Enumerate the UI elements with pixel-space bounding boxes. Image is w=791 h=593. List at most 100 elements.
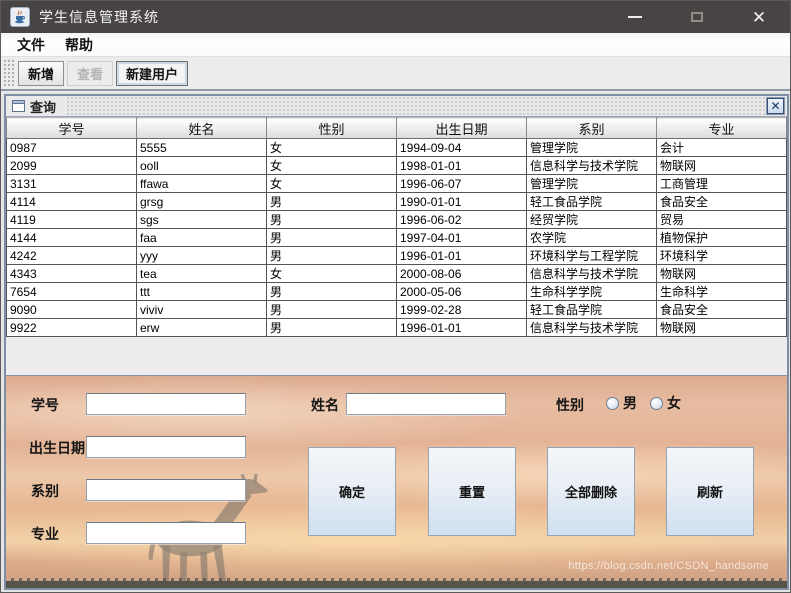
table-row[interactable]: 4343 tea 女 2000-08-06 信息科学与技术学院 物联网 xyxy=(6,264,787,283)
menu-help[interactable]: 帮助 xyxy=(57,33,101,57)
cell-birthdate[interactable]: 1990-01-01 xyxy=(396,192,527,211)
cell-major[interactable]: 环境科学 xyxy=(656,246,787,265)
cell-department[interactable]: 信息科学与技术学院 xyxy=(526,156,657,175)
toolbar-view-button[interactable]: 查看 xyxy=(67,60,114,86)
cell-id[interactable]: 4114 xyxy=(6,192,137,211)
table-row[interactable]: 9090 viviv 男 1999-02-28 轻工食品学院 食品安全 xyxy=(6,300,787,319)
table-row[interactable]: 7654 ttt 男 2000-05-06 生命科学学院 生命科学 xyxy=(6,282,787,301)
table-row[interactable]: 0987 5555 女 1994-09-04 管理学院 会计 xyxy=(6,138,787,157)
gender-female-radio[interactable]: 女 xyxy=(650,393,681,413)
table-row[interactable]: 4119 sgs 男 1996-06-02 经贸学院 贸易 xyxy=(6,210,787,229)
cell-name[interactable]: ttt xyxy=(136,282,267,301)
internal-frame-title-bar[interactable]: 查询 ✕ xyxy=(6,96,787,117)
minimize-button[interactable] xyxy=(604,1,666,33)
cell-name[interactable]: ooll xyxy=(136,156,267,175)
cell-birthdate[interactable]: 1997-04-01 xyxy=(396,228,527,247)
cell-id[interactable]: 9922 xyxy=(6,318,137,337)
cell-department[interactable]: 轻工食品学院 xyxy=(526,300,657,319)
cell-gender[interactable]: 男 xyxy=(266,318,397,337)
cell-major[interactable]: 植物保护 xyxy=(656,228,787,247)
cell-gender[interactable]: 男 xyxy=(266,228,397,247)
column-header-major[interactable]: 专业 xyxy=(656,117,787,139)
cell-name[interactable]: yyy xyxy=(136,246,267,265)
reset-button[interactable]: 重置 xyxy=(428,447,516,536)
department-input[interactable] xyxy=(86,479,246,501)
cell-birthdate[interactable]: 1994-09-04 xyxy=(396,138,527,157)
cell-name[interactable]: erw xyxy=(136,318,267,337)
cell-name[interactable]: 5555 xyxy=(136,138,267,157)
cell-birthdate[interactable]: 1998-01-01 xyxy=(396,156,527,175)
cell-department[interactable]: 管理学院 xyxy=(526,138,657,157)
table-row[interactable]: 2099 ooll 女 1998-01-01 信息科学与技术学院 物联网 xyxy=(6,156,787,175)
column-header-id[interactable]: 学号 xyxy=(6,117,137,139)
cell-id[interactable]: 3131 xyxy=(6,174,137,193)
student-id-input[interactable] xyxy=(86,393,246,415)
table-row[interactable]: 9922 erw 男 1996-01-01 信息科学与技术学院 物联网 xyxy=(6,318,787,337)
cell-id[interactable]: 4242 xyxy=(6,246,137,265)
cell-department[interactable]: 信息科学与技术学院 xyxy=(526,318,657,337)
cell-department[interactable]: 轻工食品学院 xyxy=(526,192,657,211)
cell-id[interactable]: 0987 xyxy=(6,138,137,157)
table-row[interactable]: 4114 grsg 男 1990-01-01 轻工食品学院 食品安全 xyxy=(6,192,787,211)
table-row[interactable]: 4144 faa 男 1997-04-01 农学院 植物保护 xyxy=(6,228,787,247)
cell-major[interactable]: 食品安全 xyxy=(656,192,787,211)
cell-gender[interactable]: 女 xyxy=(266,138,397,157)
cell-gender[interactable]: 女 xyxy=(266,174,397,193)
cell-major[interactable]: 工商管理 xyxy=(656,174,787,193)
cell-id[interactable]: 4144 xyxy=(6,228,137,247)
cell-gender[interactable]: 男 xyxy=(266,300,397,319)
cell-id[interactable]: 9090 xyxy=(6,300,137,319)
cell-birthdate[interactable]: 2000-08-06 xyxy=(396,264,527,283)
cell-birthdate[interactable]: 1996-01-01 xyxy=(396,318,527,337)
cell-name[interactable]: viviv xyxy=(136,300,267,319)
cell-department[interactable]: 管理学院 xyxy=(526,174,657,193)
column-header-name[interactable]: 姓名 xyxy=(136,117,267,139)
birthdate-input[interactable] xyxy=(86,436,246,458)
toolbar-new-user-button[interactable]: 新建用户 xyxy=(116,60,189,86)
cell-department[interactable]: 生命科学学院 xyxy=(526,282,657,301)
cell-major[interactable]: 物联网 xyxy=(656,264,787,283)
cell-major[interactable]: 食品安全 xyxy=(656,300,787,319)
cell-id[interactable]: 7654 xyxy=(6,282,137,301)
cell-name[interactable]: faa xyxy=(136,228,267,247)
table-row[interactable]: 3131 ffawa 女 1996-06-07 管理学院 工商管理 xyxy=(6,174,787,193)
cell-name[interactable]: grsg xyxy=(136,192,267,211)
cell-gender[interactable]: 女 xyxy=(266,156,397,175)
cell-gender[interactable]: 女 xyxy=(266,264,397,283)
internal-frame-close-button[interactable]: ✕ xyxy=(767,98,784,114)
column-header-gender[interactable]: 性别 xyxy=(266,117,397,139)
cell-name[interactable]: sgs xyxy=(136,210,267,229)
cell-gender[interactable]: 男 xyxy=(266,210,397,229)
menu-file[interactable]: 文件 xyxy=(9,33,53,57)
cell-id[interactable]: 2099 xyxy=(6,156,137,175)
cell-department[interactable]: 农学院 xyxy=(526,228,657,247)
name-input[interactable] xyxy=(346,393,506,415)
refresh-button[interactable]: 刷新 xyxy=(666,447,754,536)
cell-gender[interactable]: 男 xyxy=(266,246,397,265)
cell-department[interactable]: 经贸学院 xyxy=(526,210,657,229)
toolbar-add-button[interactable]: 新增 xyxy=(18,60,65,86)
close-button[interactable]: ✕ xyxy=(728,1,790,33)
column-header-department[interactable]: 系别 xyxy=(526,117,657,139)
delete-all-button[interactable]: 全部删除 xyxy=(547,447,635,536)
cell-id[interactable]: 4343 xyxy=(6,264,137,283)
cell-birthdate[interactable]: 1996-06-02 xyxy=(396,210,527,229)
cell-birthdate[interactable]: 2000-05-06 xyxy=(396,282,527,301)
cell-gender[interactable]: 男 xyxy=(266,282,397,301)
cell-birthdate[interactable]: 1999-02-28 xyxy=(396,300,527,319)
cell-major[interactable]: 物联网 xyxy=(656,156,787,175)
cell-department[interactable]: 环境科学与工程学院 xyxy=(526,246,657,265)
cell-id[interactable]: 4119 xyxy=(6,210,137,229)
cell-birthdate[interactable]: 1996-06-07 xyxy=(396,174,527,193)
cell-name[interactable]: tea xyxy=(136,264,267,283)
cell-birthdate[interactable]: 1996-01-01 xyxy=(396,246,527,265)
major-input[interactable] xyxy=(86,522,246,544)
cell-major[interactable]: 贸易 xyxy=(656,210,787,229)
confirm-button[interactable]: 确定 xyxy=(308,447,396,536)
cell-major[interactable]: 会计 xyxy=(656,138,787,157)
cell-gender[interactable]: 男 xyxy=(266,192,397,211)
cell-major[interactable]: 物联网 xyxy=(656,318,787,337)
gender-male-radio[interactable]: 男 xyxy=(606,393,637,413)
column-header-birthdate[interactable]: 出生日期 xyxy=(396,117,527,139)
maximize-button[interactable] xyxy=(666,1,728,33)
